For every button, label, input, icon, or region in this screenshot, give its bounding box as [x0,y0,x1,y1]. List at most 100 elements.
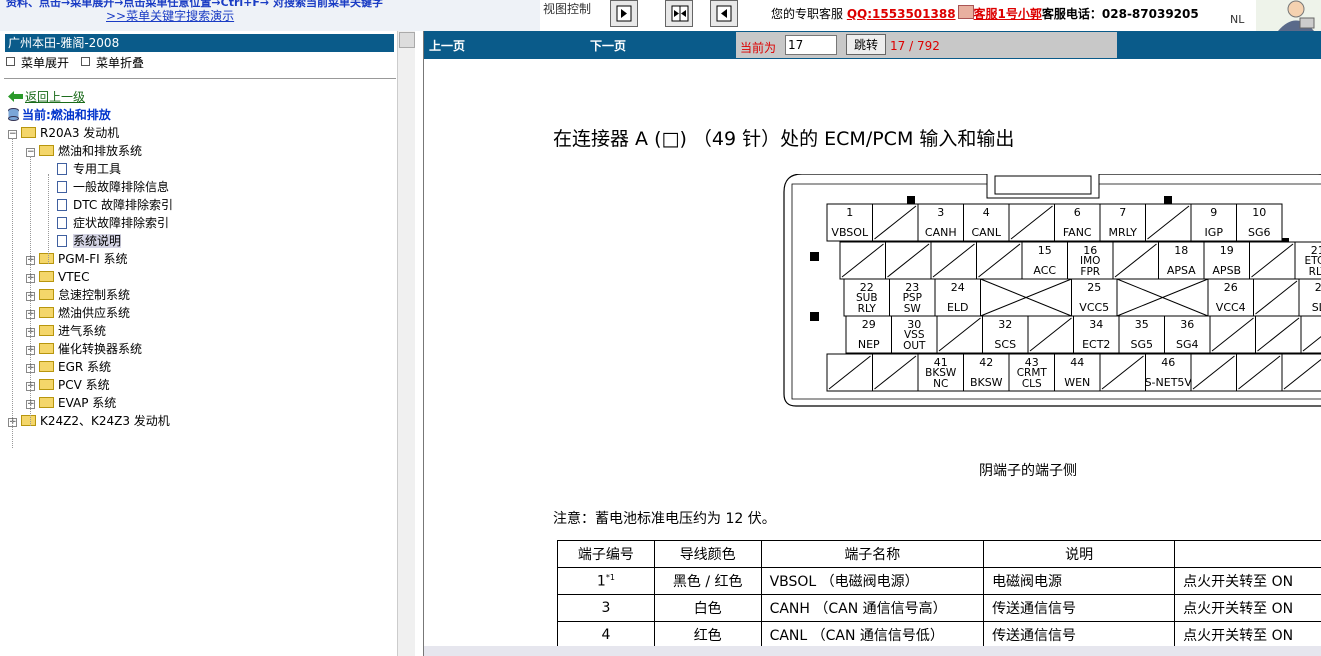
kf-link[interactable]: 客服1号小郭 [974,7,1042,21]
menu-separator [4,78,396,79]
footnote-mark: *1 [605,572,615,582]
pin-label: SCS [994,338,1016,351]
page-number-input[interactable] [785,35,837,55]
folder-icon [39,271,54,282]
pin-number: 26 [1224,281,1238,294]
description-cell: 传送通信信号 [983,621,1176,649]
pin-number: 34 [1089,318,1103,331]
tree-item[interactable]: + PCV 系统 [26,376,110,394]
prev-page-link[interactable]: 上一页 [429,37,465,54]
tree-item-label: 症状故障排除索引 [73,216,170,230]
tree-item[interactable]: + 进气系统 [26,322,106,340]
folder-icon [39,253,54,264]
keyword-search-demo-link[interactable]: >>菜单关键字搜索演示 [106,7,234,24]
wire-color-cell: 红色 [653,621,762,649]
pin-number: 1 [846,206,853,219]
tree-item[interactable]: + PGM-FI 系统 [26,250,127,268]
tree-item[interactable]: + K24Z2、K24Z3 发动机 [8,412,170,430]
view-control-label: 视图控制 [543,2,592,16]
pin-label: VCC4 [1216,301,1246,314]
pin-label: SG4 [1176,338,1199,351]
connector-key-mark [1164,196,1172,204]
folder-icon [39,343,54,354]
pin-number: 19 [1220,244,1234,257]
tree-item[interactable]: − R20A3 发动机 [8,124,119,142]
wire-color-cell: 黑色 / 红色 [653,567,762,595]
jump-button[interactable]: 跳转 [846,34,886,55]
document-hscrollbar[interactable] [424,646,1321,656]
tree-item[interactable]: 症状故障排除索引 [44,214,169,232]
tree-item[interactable]: DTC 故障排除索引 [44,196,173,214]
page-navigation-bar: 上一页 下一页 当前为 跳转 17 / 792 [424,31,1321,59]
folder-icon [39,325,54,336]
pin-number: 9 [1210,206,1217,219]
split-view-icon [671,5,689,22]
cs-label: 您的专职客服 [771,7,844,21]
tree-item[interactable]: + EGR 系统 [26,358,111,376]
pin-label: IGP [1205,226,1224,239]
tree-item[interactable]: + 怠速控制系统 [26,286,130,304]
menu-scrollbar[interactable] [397,31,415,656]
customer-service-info: 您的专职客服 QQ:1553501388 客服1号小郭客服电话：028-87039… [771,5,1199,22]
next-page-link[interactable]: 下一页 [590,37,626,54]
pin-label: CANL [971,226,1001,239]
pin-number: 4 [983,206,990,219]
tree-guide-line [30,156,31,426]
tree-item[interactable]: 专用工具 [44,160,121,178]
tree-item-label: PGM-FI 系统 [58,252,128,266]
tree-item-label: PCV 系统 [58,378,110,392]
top-bar: 资料、点击→菜单展开→点击菜单任意位置→Ctrl+F→ 对搜索当前菜单关键字 >… [0,0,1321,31]
tree-item-label: 怠速控制系统 [58,288,131,302]
pin-number: 10 [1252,206,1266,219]
tree-item[interactable]: + VTEC [26,268,90,286]
connector-key-mark [810,252,819,261]
tree-item-label: K24Z2、K24Z3 发动机 [40,414,170,428]
pin-number: 15 [1038,244,1052,257]
pin-label: S-NET5V [1145,376,1193,389]
pin-label: FANC [1063,226,1092,239]
tree-item-label: VTEC [58,270,90,284]
view-button-split[interactable] [665,0,693,27]
tree-item-label: EGR 系统 [58,360,112,374]
connector-key-mark [907,196,915,204]
chat-icon[interactable] [957,5,974,19]
pin-label: IMO FPR [1080,255,1100,278]
pin-label: BKSW [970,376,1003,389]
table-header-cell: 导线颜色 [653,540,762,568]
tree-item-label: EVAP 系统 [58,396,117,410]
qq-link[interactable]: QQ:1553501388 [847,7,956,21]
pin-number: 3 [937,206,944,219]
tree-item[interactable]: − 燃油和排放系统 [26,142,142,160]
tree-item[interactable]: + 燃油供应系统 [26,304,130,322]
document-icon [57,181,67,193]
scroll-up-icon[interactable] [399,32,415,48]
collapse-square-icon [81,57,91,66]
pin-label: ECT2 [1082,338,1110,351]
page-count: 17 / 792 [890,39,940,53]
connector-caption: 阴端子的端子侧 [979,463,1077,479]
tree-item-label: 一般故障排除信息 [73,180,170,194]
tree-item[interactable]: 系统说明 [44,232,122,250]
terminal-number-cell: 4 [557,621,655,649]
terminal-number: 1 [596,573,606,590]
table-header-cell [1174,540,1321,568]
arrow-right-icon [616,5,632,22]
menu-panel: 广州本田-雅阁-2008 菜单展开 菜单折叠 返回上一级 当前:燃油和排放 − R2… [0,31,415,656]
pin-number: 7 [1119,206,1126,219]
table-header-cell: 端子编号 [557,540,655,568]
view-button-right[interactable] [610,0,638,27]
condition-cell: 点火开关转至 ON [1174,594,1321,622]
pin-number: 29 [862,318,876,331]
menu-expand-link[interactable]: 菜单展开 [21,56,69,70]
view-button-left[interactable] [710,0,738,27]
current-page-label: 当前为 [740,41,777,55]
menu-collapse-link[interactable]: 菜单折叠 [96,56,144,70]
tree-item[interactable]: + EVAP 系统 [26,394,116,412]
tree-item[interactable]: 一般故障排除信息 [44,178,169,196]
tree-item[interactable]: + 催化转换器系统 [26,340,142,358]
folder-icon [39,307,54,318]
tree-guide-line [12,138,13,448]
back-link[interactable]: 返回上一级 [8,88,85,105]
pin-number: 28 [1315,281,1321,294]
connector-diagram: 1 VBSOL 3 CANH 4 CANL 6 FANC 7 MRLY 9 IGP 10 SG6 15 ACC… [783,174,1321,407]
